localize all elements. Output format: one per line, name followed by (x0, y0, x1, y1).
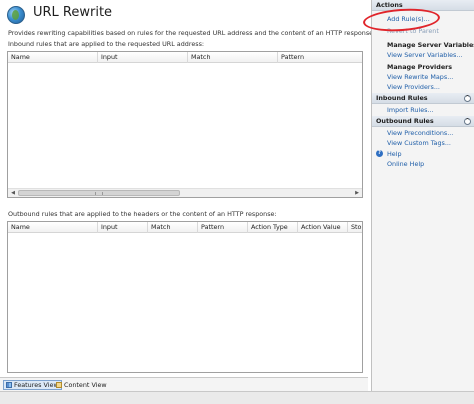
column-header-input[interactable]: Input (98, 52, 188, 63)
features-view-label: Features View (14, 381, 59, 389)
add-rules-link[interactable]: Add Rule(s)... (387, 15, 430, 23)
column-header-name[interactable]: Name (8, 222, 98, 233)
view-switcher-bar: Features View Content View (0, 377, 368, 391)
outbound-rules-label: Outbound rules that are applied to the h… (8, 210, 277, 218)
view-preconditions-link[interactable]: View Preconditions... (387, 129, 453, 137)
inbound-grid-header: Name Input Match Pattern (8, 52, 362, 63)
view-custom-tags-link[interactable]: View Custom Tags... (387, 139, 451, 147)
content-view-label: Content View (64, 381, 107, 389)
scroll-left-arrow-icon[interactable]: ◀ (9, 190, 17, 197)
help-icon: ? (376, 150, 383, 157)
outbound-grid-header: Name Input Match Pattern Action Type Act… (8, 222, 362, 233)
outbound-rules-section-title: Outbound Rules (376, 117, 434, 125)
inbound-rules-grid[interactable]: Name Input Match Pattern ◀ ▶ (7, 51, 363, 198)
scrollbar-thumb[interactable] (18, 190, 180, 196)
inbound-horizontal-scrollbar[interactable]: ◀ ▶ (8, 188, 362, 197)
column-header-name[interactable]: Name (8, 52, 98, 63)
collapse-chevron-up-icon[interactable]: ^ (464, 118, 471, 125)
collapse-chevron-up-icon[interactable]: ^ (464, 95, 471, 102)
view-providers-link[interactable]: View Providers... (387, 83, 440, 91)
online-help-link[interactable]: Online Help (387, 160, 424, 168)
column-header-match[interactable]: Match (188, 52, 278, 63)
column-header-input[interactable]: Input (98, 222, 148, 233)
actions-pane: Actions Add Rule(s)... Revert to Parent … (371, 0, 474, 391)
inbound-rules-section-header[interactable]: Inbound Rules ^ (372, 93, 474, 104)
column-header-action-value[interactable]: Action Value (298, 222, 348, 233)
features-view-tab[interactable]: Features View (3, 380, 62, 390)
scroll-right-arrow-icon[interactable]: ▶ (353, 190, 361, 197)
features-view-icon (6, 382, 12, 388)
revert-to-parent-link[interactable]: Revert to Parent (387, 27, 439, 35)
inbound-rules-label: Inbound rules that are applied to the re… (8, 40, 205, 48)
main-content: URL Rewrite Provides rewriting capabilit… (0, 0, 375, 404)
content-view-tab[interactable]: Content View (54, 380, 109, 390)
column-header-stop[interactable]: Stop (348, 222, 362, 233)
outbound-rules-grid[interactable]: Name Input Match Pattern Action Type Act… (7, 221, 363, 373)
column-header-pattern[interactable]: Pattern (198, 222, 248, 233)
url-rewrite-globe-icon (7, 6, 25, 24)
view-rewrite-maps-link[interactable]: View Rewrite Maps... (387, 73, 453, 81)
import-rules-link[interactable]: Import Rules... (387, 106, 434, 114)
page-title: URL Rewrite (33, 5, 113, 20)
manage-providers-heading: Manage Providers (387, 63, 453, 71)
outbound-rules-section-header[interactable]: Outbound Rules ^ (372, 116, 474, 127)
column-header-match[interactable]: Match (148, 222, 198, 233)
column-header-action-type[interactable]: Action Type (248, 222, 298, 233)
help-link[interactable]: Help (387, 150, 402, 158)
content-view-icon (56, 382, 62, 388)
column-header-pattern[interactable]: Pattern (278, 52, 362, 63)
inbound-rules-section-title: Inbound Rules (376, 94, 428, 102)
manage-server-variables-heading: Manage Server Variables (387, 41, 474, 49)
status-bar (0, 391, 474, 404)
actions-pane-header: Actions (372, 0, 474, 11)
view-server-variables-link[interactable]: View Server Variables... (387, 51, 462, 59)
page-description: Provides rewriting capabilities based on… (8, 29, 376, 37)
